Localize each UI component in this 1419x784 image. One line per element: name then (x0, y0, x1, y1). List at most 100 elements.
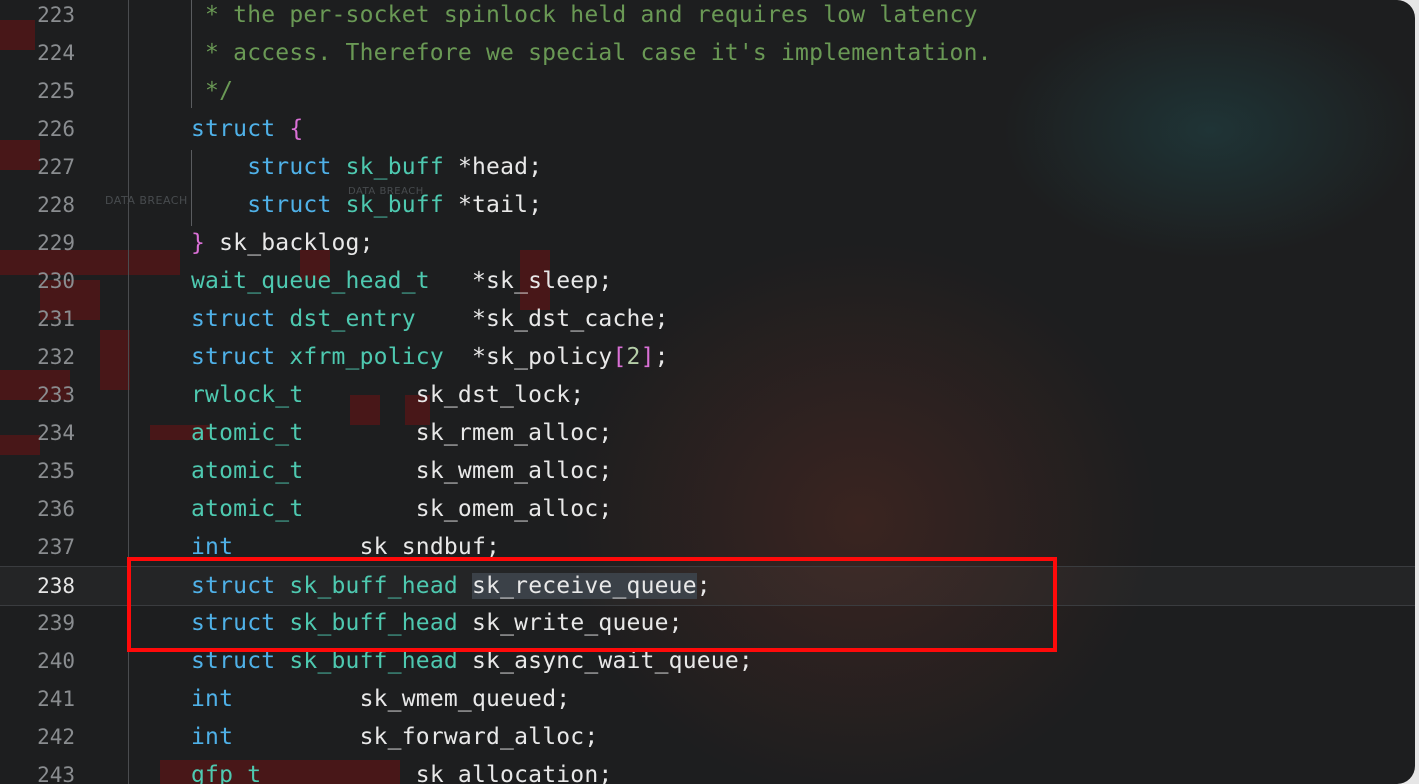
code-token: xfrm_policy (289, 344, 444, 370)
line-number: 225 (37, 79, 75, 103)
code-text[interactable]: struct dst_entry *sk_dst_cache; (191, 300, 669, 338)
code-line[interactable]: 235 atomic_t sk_wmem_alloc; (0, 452, 1415, 490)
code-text[interactable]: int sk_wmem_queued; (191, 680, 570, 718)
code-text[interactable]: gfp_t sk_allocation; (191, 756, 612, 784)
line-number: 230 (37, 269, 75, 293)
code-token: struct (191, 344, 276, 370)
line-number: 232 (37, 345, 75, 369)
code-line[interactable]: 223 * the per-socket spinlock held and r… (0, 0, 1415, 34)
line-number: 231 (37, 307, 75, 331)
code-token: gfp_t (191, 762, 262, 784)
code-line[interactable]: 236 atomic_t sk_omem_alloc; (0, 490, 1415, 528)
code-text[interactable]: int sk_forward_alloc; (191, 718, 598, 756)
code-line[interactable]: 227 struct sk_buff *head; (0, 148, 1415, 186)
code-line[interactable]: 241 int sk_wmem_queued; (0, 680, 1415, 718)
code-text[interactable]: struct { (191, 110, 303, 148)
code-text[interactable]: rwlock_t sk_dst_lock; (191, 376, 584, 414)
code-token: int (191, 724, 234, 750)
line-number: 240 (37, 649, 75, 673)
code-line[interactable]: 226 struct { (0, 110, 1415, 148)
code-token: *sk_policy (443, 344, 613, 370)
code-token: */ (191, 78, 234, 104)
code-area[interactable]: 223 * the per-socket spinlock held and r… (0, 0, 1415, 784)
code-token: struct (191, 306, 276, 332)
code-token: sk_backlog; (205, 230, 374, 256)
code-token: *sk_dst_cache; (415, 306, 669, 332)
line-number: 226 (37, 117, 75, 141)
code-token: * the per-socket spinlock held and requi… (191, 2, 978, 28)
code-token: sk_omem_alloc; (303, 496, 613, 522)
line-number: 236 (37, 497, 75, 521)
code-line[interactable]: 224 * access. Therefore we special case … (0, 34, 1415, 72)
code-text[interactable]: struct sk_buff *tail; (191, 186, 542, 224)
code-token: sk_wmem_queued; (233, 686, 571, 712)
code-text[interactable]: atomic_t sk_rmem_alloc; (191, 414, 612, 452)
red-highlight-box (127, 557, 1057, 652)
code-line[interactable]: 233 rwlock_t sk_dst_lock; (0, 376, 1415, 414)
code-token: *head; (443, 154, 543, 180)
code-line[interactable]: 232 struct xfrm_policy *sk_policy[2]; (0, 338, 1415, 376)
code-line[interactable]: 225 */ (0, 72, 1415, 110)
code-token: dst_entry (289, 306, 416, 332)
line-number: 235 (37, 459, 75, 483)
code-token: *tail; (443, 192, 543, 218)
code-token: rwlock_t (191, 382, 304, 408)
code-text[interactable]: struct sk_buff *head; (191, 148, 542, 186)
code-token: int (191, 686, 234, 712)
line-number: 239 (37, 611, 75, 635)
code-text[interactable]: struct xfrm_policy *sk_policy[2]; (191, 338, 669, 376)
code-text[interactable]: wait_queue_head_t *sk_sleep; (191, 262, 612, 300)
code-token: struct (247, 154, 332, 180)
code-line[interactable]: 229} sk_backlog; (0, 224, 1415, 262)
code-token: sk_buff (345, 154, 444, 180)
code-token: sk_allocation; (261, 762, 613, 784)
code-token: sk_rmem_alloc; (303, 420, 613, 446)
code-token: { (289, 116, 304, 142)
line-number: 237 (37, 535, 75, 559)
code-token: sk_wmem_alloc; (303, 458, 613, 484)
code-token: [ (612, 344, 627, 370)
code-text[interactable]: */ (191, 72, 233, 110)
line-number: 229 (37, 231, 75, 255)
code-editor-window: DATA BREACH DATA BREACH 223 * the per-so… (0, 0, 1415, 784)
code-text[interactable]: atomic_t sk_wmem_alloc; (191, 452, 612, 490)
code-text[interactable]: * the per-socket spinlock held and requi… (191, 0, 978, 34)
code-token: *sk_sleep; (429, 268, 613, 294)
code-token: struct (247, 192, 332, 218)
code-token: atomic_t (191, 420, 304, 446)
code-text[interactable]: * access. Therefore we special case it's… (191, 34, 992, 72)
line-number: 242 (37, 725, 75, 749)
code-line[interactable]: 243 gfp_t sk_allocation; (0, 756, 1415, 784)
code-line[interactable]: 242 int sk_forward_alloc; (0, 718, 1415, 756)
code-token: sk_buff (345, 192, 444, 218)
line-number: 241 (37, 687, 75, 711)
code-token: 2 (626, 344, 641, 370)
line-number: 224 (37, 41, 75, 65)
code-token: sk_dst_lock; (303, 382, 585, 408)
code-token: } (191, 230, 206, 256)
code-token: struct (191, 116, 276, 142)
code-token: atomic_t (191, 496, 304, 522)
line-number: 223 (37, 3, 75, 27)
code-line[interactable]: 228 struct sk_buff *tail; (0, 186, 1415, 224)
code-text[interactable]: } sk_backlog; (191, 224, 374, 262)
code-token: * access. Therefore we special case it's… (191, 40, 992, 66)
code-token: ] (640, 344, 655, 370)
line-number: 238 (37, 574, 75, 598)
code-line[interactable]: 234 atomic_t sk_rmem_alloc; (0, 414, 1415, 452)
code-line[interactable]: 231 struct dst_entry *sk_dst_cache; (0, 300, 1415, 338)
code-line[interactable]: 230 wait_queue_head_t *sk_sleep; (0, 262, 1415, 300)
desktop-edge (1415, 0, 1419, 784)
line-number: 243 (37, 763, 75, 784)
code-token: wait_queue_head_t (191, 268, 430, 294)
code-text[interactable]: atomic_t sk_omem_alloc; (191, 490, 612, 528)
line-number: 234 (37, 421, 75, 445)
code-token: ; (654, 344, 669, 370)
